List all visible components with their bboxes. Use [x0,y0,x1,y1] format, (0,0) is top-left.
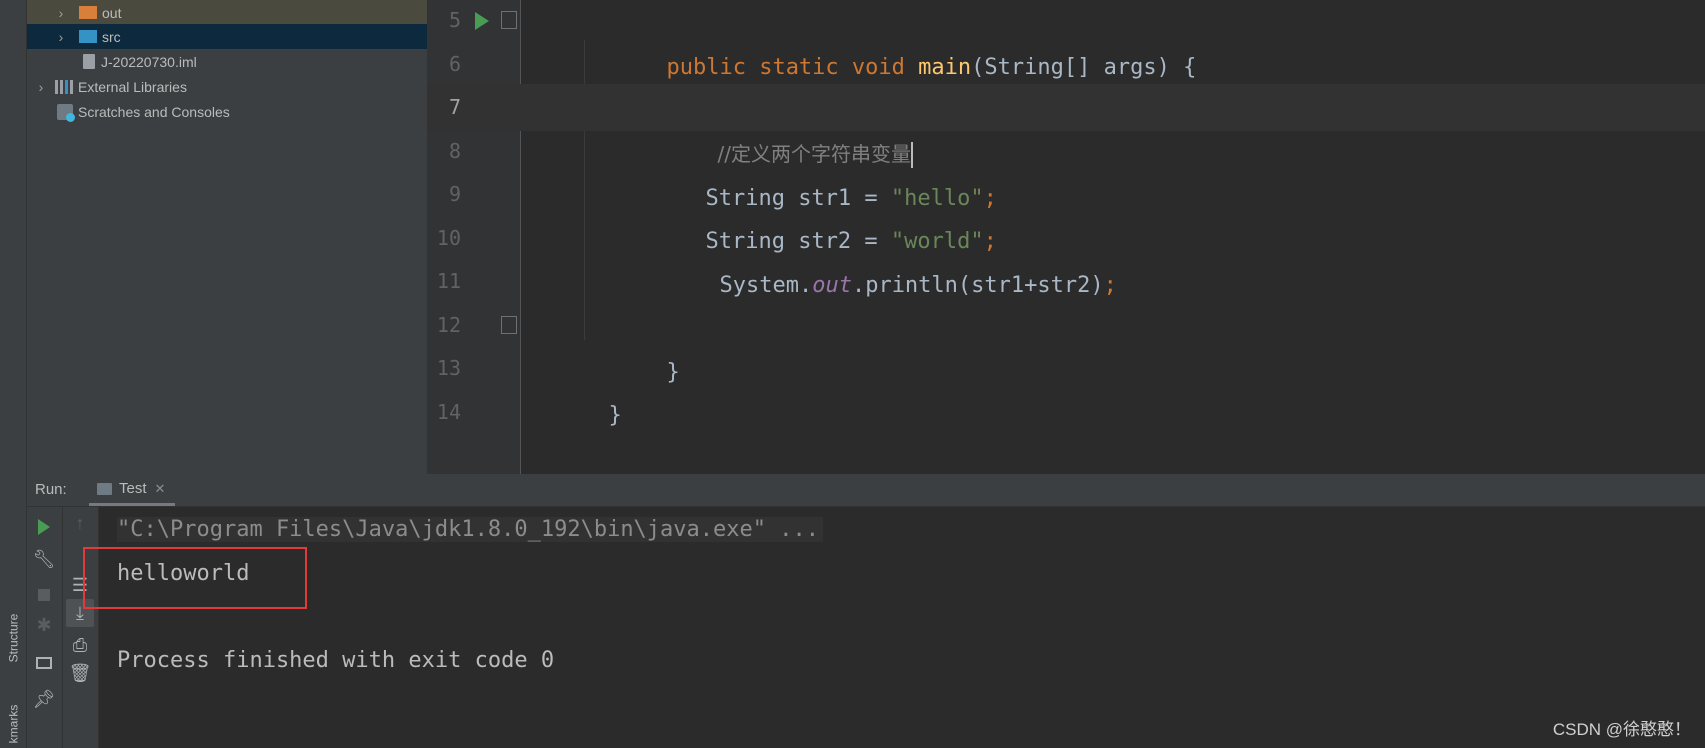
fold-icon[interactable] [501,11,517,29]
pin-tab-button[interactable]: 📌︎ [30,685,58,713]
code-line[interactable]: 9 String str2 = "world"; [427,171,1705,254]
tree-item-label: src [102,28,121,45]
line-number: 8 [448,139,461,163]
annotation-highlight-box [83,547,307,609]
rerun-button[interactable] [30,513,58,541]
console-exit-line: Process finished with exit code 0 [117,648,555,673]
run-header: Run: Test ✕ [27,474,1705,507]
bug-icon: ✱ [36,614,52,635]
wrench-icon: 🔧︎ [32,548,56,569]
run-toolbar-secondary: ↑ ☰ ⤓ ⎙ 🗑︎ [63,507,99,748]
bookmarks-tab[interactable]: kmarks [1,700,25,748]
iml-file-icon [83,54,95,69]
code-line[interactable]: 5 public static void main(String[] args)… [427,0,1705,80]
watermark: CSDN @徐憨憨！ [1552,720,1691,739]
console-icon [97,483,112,495]
stop-button[interactable] [30,581,58,609]
folder-icon [79,6,97,19]
scratches-icon [57,103,75,122]
line-number: 11 [436,269,461,293]
bookmarks-tab-label: kmarks [6,704,21,744]
tree-item-label: J-20220730.iml [101,53,197,70]
code-line[interactable]: 6 [427,41,1705,88]
code-line[interactable]: 11 [427,258,1705,305]
tree-item-iml[interactable]: J-20220730.iml [27,49,427,74]
layout-button[interactable] [30,649,58,677]
trash-icon: 🗑︎ [68,662,92,683]
line-number: 14 [436,400,461,424]
libraries-icon [55,79,73,94]
project-tree: › out › src J-20220730.iml › External Li… [27,0,427,474]
left-tool-strip: Structure kmarks [0,0,27,748]
close-icon[interactable]: ✕ [155,481,166,497]
stop-icon [38,589,50,601]
code-line-current[interactable]: 7 //定义两个字符串变量 [427,84,1705,168]
print-icon: ⎙ [72,634,88,655]
line-number: 5 [448,8,461,32]
line-number: 10 [436,226,461,250]
line-number: 9 [448,182,461,206]
chevron-right-icon[interactable]: › [55,5,67,21]
line-number: 6 [448,52,461,76]
tree-item-label: out [102,4,122,21]
line-number: 12 [436,313,461,337]
tree-item-out[interactable]: › out [27,0,427,25]
tree-item-label: External Libraries [78,78,187,95]
code-line[interactable]: 13 } [427,345,1705,428]
structure-tab[interactable]: Structure [1,595,25,680]
tab-test-label: Test [119,480,147,497]
clear-all-button[interactable]: 🗑︎ [66,659,94,687]
code-line[interactable]: 14 [427,389,1705,436]
modify-run-config-button[interactable]: 🔧︎ [30,545,58,573]
code-editor[interactable]: 5 public static void main(String[] args)… [427,0,1705,474]
tab-test[interactable]: Test ✕ [89,474,176,506]
code-line[interactable]: 8 String str1 = "hello"; [427,128,1705,211]
tree-item-label: Scratches and Consoles [78,103,230,120]
print-button[interactable]: ⎙ [66,631,94,659]
code-line[interactable]: 12 } [427,302,1705,385]
chevron-right-icon[interactable]: › [35,79,47,95]
layout-icon [36,657,52,669]
run-gutter-icon[interactable] [475,12,489,30]
run-label: Run: [35,481,67,498]
debug-button[interactable]: ✱ [30,611,58,639]
run-toolbar-primary: 🔧︎ ✱ 📌︎ [27,507,63,748]
run-panel: Run: Test ✕ 🔧︎ ✱ 📌︎ ↑ ☰ ⤓ ⎙ 🗑︎ "C:\Progr… [27,474,1705,748]
line-number: 13 [436,356,461,380]
chevron-right-icon[interactable]: › [55,29,67,45]
arrow-up-icon: ↑ [75,512,85,533]
play-icon [38,519,50,535]
up-arrow-button[interactable]: ↑ [66,509,94,537]
tree-item-src[interactable]: › src [27,24,427,49]
tree-item-external-libraries[interactable]: › External Libraries [27,74,427,99]
tree-item-scratches[interactable]: Scratches and Consoles [27,99,427,124]
console-output[interactable]: "C:\Program Files\Java\jdk1.8.0_192\bin\… [99,507,1705,748]
pin-icon: 📌︎ [32,688,56,709]
code-line[interactable]: 10 System.out.println(str1+str2); [427,215,1705,298]
folder-icon [79,30,97,43]
console-command-line: "C:\Program Files\Java\jdk1.8.0_192\bin\… [117,517,823,542]
fold-icon[interactable] [501,316,517,334]
structure-tab-label: Structure [6,613,20,662]
line-number: 7 [448,95,461,119]
